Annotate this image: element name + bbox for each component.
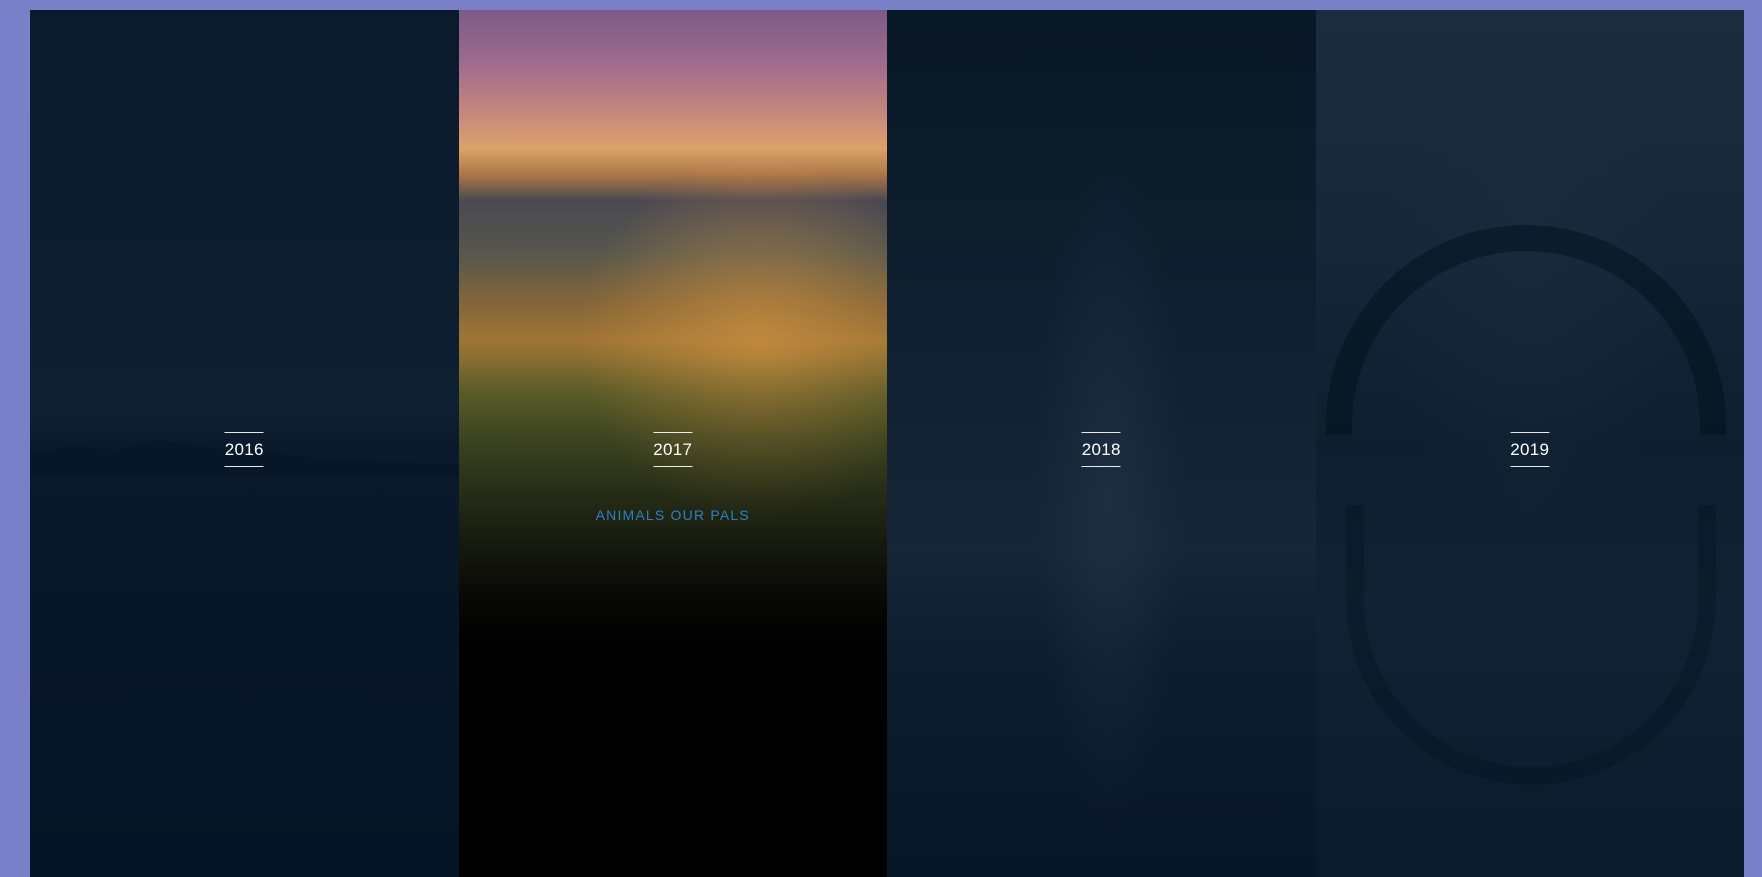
panel-2018[interactable]: 2018: [887, 10, 1316, 877]
year-label: 2017: [653, 432, 693, 467]
panel-2017[interactable]: 2017 ANIMALS OUR PALS: [458, 10, 887, 877]
year-label: 2019: [1510, 432, 1550, 467]
year-gallery: 2016 2017 ANIMALS OUR PALS 2018 2019: [30, 10, 1744, 877]
year-label: 2016: [224, 432, 264, 467]
panel-2016[interactable]: 2016: [30, 10, 459, 877]
panel-subtitle-link[interactable]: ANIMALS OUR PALS: [596, 507, 750, 523]
panel-2019[interactable]: 2019: [1315, 10, 1744, 877]
year-label: 2018: [1081, 432, 1121, 467]
